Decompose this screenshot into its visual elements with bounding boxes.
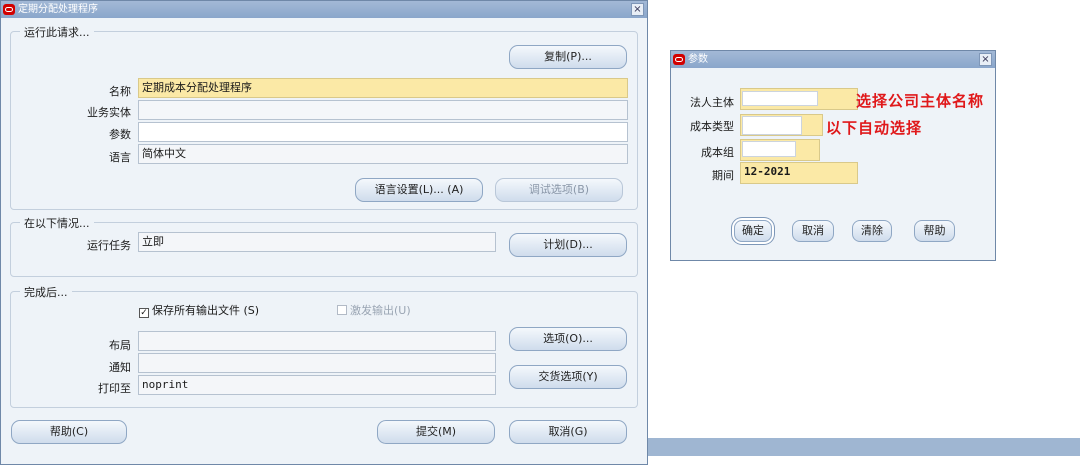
schedule-button[interactable]: 计划(D)... — [509, 233, 627, 257]
param-cancel-button[interactable]: 取消 — [792, 220, 834, 242]
print-label: 打印至 — [98, 382, 131, 395]
annotation-auto-select: 以下自动选择 — [826, 119, 923, 137]
cost-type-value-mask — [742, 116, 802, 135]
run-task-label: 运行任务 — [87, 239, 131, 252]
save-output-label: 保存所有输出文件 (S) — [152, 304, 260, 317]
burst-output-label: 激发输出(U) — [350, 304, 411, 317]
schedule-group-title: 在以下情况... — [20, 215, 94, 231]
name-label: 名称 — [109, 85, 131, 98]
language-settings-button[interactable]: 语言设置(L)... (A) — [355, 178, 483, 202]
debug-options-button[interactable]: 调试选项(B) — [495, 178, 623, 202]
cost-group-value-mask — [742, 141, 796, 157]
oracle-icon — [3, 4, 15, 15]
request-window-titlebar: 定期分配处理程序 × — [1, 1, 647, 18]
completion-group-title: 完成后... — [20, 284, 72, 300]
org-label: 业务实体 — [87, 106, 131, 119]
cost-type-label: 成本类型 — [690, 120, 734, 133]
period-label: 期间 — [712, 169, 734, 182]
background-bar — [648, 438, 1080, 456]
notify-field[interactable] — [138, 353, 496, 373]
name-field[interactable]: 定期成本分配处理程序 — [138, 78, 628, 98]
options-button[interactable]: 选项(O)... — [509, 327, 627, 351]
parameters-window-title: 参数 — [688, 54, 708, 65]
annotation-select-entity: 选择公司主体名称 — [856, 92, 985, 110]
burst-output-checkbox[interactable]: 激发输出(U) — [337, 302, 411, 318]
params-field[interactable] — [138, 122, 628, 142]
lang-label: 语言 — [109, 151, 131, 164]
run-request-group-title: 运行此请求... — [20, 24, 94, 40]
parameters-window-titlebar: 参数 × — [671, 51, 995, 68]
entity-label: 法人主体 — [690, 96, 734, 109]
parameters-window: 参数 × 法人主体 选择公司主体名称 成本类型 以下自动选择 成本组 期间 12… — [670, 50, 996, 261]
layout-field[interactable] — [138, 331, 496, 351]
oracle-icon — [673, 54, 685, 65]
checkbox-empty-icon — [337, 305, 347, 315]
lang-field[interactable]: 简体中文 — [138, 144, 628, 164]
clear-button[interactable]: 清除 — [852, 220, 892, 242]
print-field[interactable]: noprint — [138, 375, 496, 395]
cost-group-label: 成本组 — [701, 146, 734, 159]
request-window: 定期分配处理程序 × 运行此请求... 复制(P)... 名称 定期成本分配处理… — [0, 0, 648, 465]
request-window-title: 定期分配处理程序 — [18, 4, 98, 15]
help-button[interactable]: 帮助(C) — [11, 420, 127, 444]
submit-button[interactable]: 提交(M) — [377, 420, 495, 444]
ok-button[interactable]: 确定 — [734, 220, 772, 242]
entity-value-mask — [742, 91, 818, 106]
org-field[interactable] — [138, 100, 628, 120]
checkmark-icon: ✓ — [139, 308, 149, 318]
params-label: 参数 — [109, 128, 131, 141]
close-icon[interactable]: × — [979, 53, 992, 66]
delivery-options-button[interactable]: 交货选项(Y) — [509, 365, 627, 389]
copy-button[interactable]: 复制(P)... — [509, 45, 627, 69]
run-task-field[interactable]: 立即 — [138, 232, 496, 252]
save-output-checkbox[interactable]: ✓ 保存所有输出文件 (S) — [139, 302, 259, 318]
notify-label: 通知 — [109, 361, 131, 374]
param-help-button[interactable]: 帮助 — [914, 220, 955, 242]
layout-label: 布局 — [109, 339, 131, 352]
cancel-button[interactable]: 取消(G) — [509, 420, 627, 444]
close-icon[interactable]: × — [631, 3, 644, 16]
period-field[interactable]: 12-2021 — [740, 162, 858, 184]
